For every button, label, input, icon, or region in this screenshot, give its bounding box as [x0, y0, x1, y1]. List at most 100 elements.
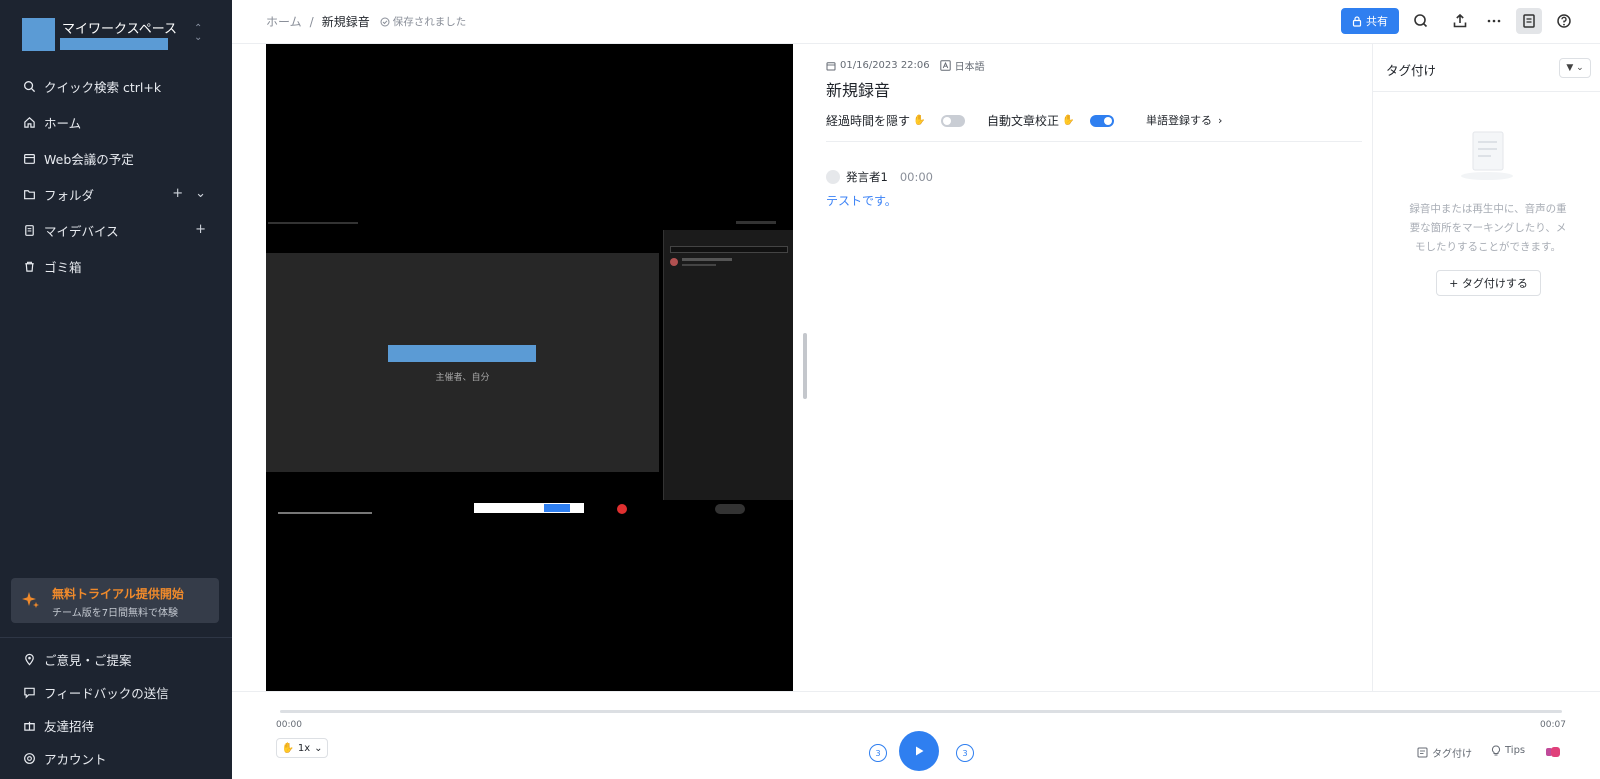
play-button[interactable]	[899, 731, 939, 771]
playback-bar: 00:00 00:07 ✋ 1x ⌄ 3 3 タグ付け Tips	[232, 691, 1600, 779]
share-button[interactable]: 共有	[1341, 8, 1399, 34]
sidebar-item-invite[interactable]: 友達招待	[0, 709, 232, 741]
gift-icon	[22, 718, 36, 732]
recording-meta: 01/16/2023 22:06 日本語	[826, 58, 985, 73]
skip-back-icon[interactable]: 3	[869, 744, 887, 762]
playback-speed-select[interactable]: ✋ 1x ⌄	[276, 738, 328, 758]
auto-correct-label: 自動文章校正	[987, 114, 1060, 128]
trial-subtitle: チーム版を7日間無料で体験	[52, 608, 179, 619]
speaker-avatar	[826, 170, 840, 184]
empty-notes-illustration	[1461, 131, 1513, 180]
sidebar-item-label: アカウント	[44, 751, 107, 767]
sidebar-item-label: ゴミ箱	[44, 259, 82, 275]
speaker-row: 発言者1 00:00	[826, 169, 933, 185]
pin-icon	[22, 652, 36, 666]
sidebar-item-my-device[interactable]: マイデバイス +	[0, 214, 232, 246]
video-progress	[278, 512, 372, 514]
home-icon	[22, 115, 36, 129]
sidebar: マイワークスペース ⌃ ⌄ クイック検索 ctrl+k ホーム Web会議の予定 …	[0, 0, 232, 779]
premium-hand-icon: ✋	[281, 742, 294, 754]
filter-icon[interactable]: ▼ ⌄	[1559, 58, 1591, 78]
transcript-divider	[826, 141, 1362, 142]
current-time: 00:00	[276, 720, 302, 730]
app-logo-icon[interactable]	[1545, 746, 1561, 758]
sidebar-item-label: フォルダ	[44, 187, 95, 203]
breadcrumb: ホーム / 新規録音 保存されました	[266, 13, 466, 30]
breadcrumb-current: 新規録音	[321, 15, 370, 29]
trial-title: 無料トライアル提供開始	[52, 587, 184, 601]
add-device-icon[interactable]: +	[195, 222, 206, 237]
add-folder-icon[interactable]: +	[172, 186, 183, 201]
chevron-down-icon: ⌄	[314, 742, 323, 754]
chevron-updown-icon[interactable]: ⌃ ⌄	[194, 24, 202, 43]
video-meeting-controls	[266, 502, 793, 516]
search-icon[interactable]	[1410, 10, 1432, 32]
tips-button[interactable]: Tips	[1491, 745, 1525, 756]
tag-empty-line: モしたりすることができます。	[1415, 241, 1561, 253]
lock-icon	[1352, 15, 1362, 27]
hide-elapsed-toggle[interactable]	[941, 114, 966, 127]
sidebar-item-home[interactable]: ホーム	[0, 106, 232, 138]
video-panel-search	[670, 246, 788, 253]
redacted-name-bar	[388, 345, 536, 362]
sidebar-item-label: ご意見・ご提案	[44, 652, 132, 668]
tag-panel-title: タグ付け	[1386, 63, 1437, 78]
help-icon[interactable]	[1553, 10, 1575, 32]
word-register-link[interactable]: 単語登録する ›	[1146, 112, 1222, 128]
panel-resize-handle[interactable]	[803, 333, 807, 399]
playback-speed-value: 1x	[297, 742, 311, 754]
calendar-icon	[22, 151, 36, 165]
sidebar-item-folder[interactable]: フォルダ + ⌄	[0, 178, 232, 210]
video-toolbar-strip	[268, 221, 776, 224]
speaker-name[interactable]: 発言者1	[846, 169, 888, 185]
breadcrumb-home[interactable]: ホーム	[266, 13, 302, 30]
sidebar-item-meetings[interactable]: Web会議の予定	[0, 142, 232, 174]
more-icon[interactable]	[1483, 10, 1505, 32]
seek-bar[interactable]	[280, 710, 1562, 713]
tag-panel: タグ付け ▼ ⌄ 録音中または再生中に、音声の重 要な箇所をマーキングしたり、メ…	[1372, 44, 1600, 691]
notes-panel-icon[interactable]	[1516, 8, 1542, 34]
video-participant-avatar	[670, 258, 678, 266]
workspace-switcher[interactable]: マイワークスペース ⌃ ⌄	[22, 18, 212, 54]
tag-empty-line: 要な箇所をマーキングしたり、メ	[1409, 222, 1567, 234]
tips-label: Tips	[1505, 745, 1526, 756]
chevron-down-icon[interactable]: ⌄	[195, 186, 206, 201]
premium-hand-icon: ✋	[913, 115, 926, 126]
export-icon[interactable]	[1449, 10, 1471, 32]
add-tag-button[interactable]: + タグ付けする	[1436, 270, 1541, 296]
calendar-icon	[826, 61, 836, 70]
recording-language[interactable]: 日本語	[955, 58, 985, 73]
share-label: 共有	[1366, 15, 1388, 28]
breadcrumb-separator: /	[309, 14, 314, 29]
sidebar-item-account[interactable]: アカウント	[0, 742, 232, 774]
video-player[interactable]: 主催者、自分	[266, 44, 793, 691]
video-pill	[715, 504, 745, 514]
trash-icon	[22, 259, 36, 273]
tag-note-icon	[1417, 747, 1428, 758]
skip-forward-icon[interactable]: 3	[956, 744, 974, 762]
chevron-right-icon: ›	[1218, 113, 1223, 127]
save-status-text: 保存されました	[392, 16, 467, 28]
word-register-label: 単語登録する	[1146, 114, 1212, 127]
free-trial-banner[interactable]: 無料トライアル提供開始 チーム版を7日間無料で体験	[11, 578, 219, 623]
sidebar-item-suggestions[interactable]: ご意見・ご提案	[0, 643, 232, 675]
tag-shortcut-label: タグ付け	[1432, 749, 1472, 760]
sidebar-item-label: Web会議の予定	[44, 151, 134, 167]
sidebar-item-quick-search[interactable]: クイック検索 ctrl+k	[0, 70, 232, 102]
speaker-timestamp[interactable]: 00:00	[900, 170, 933, 184]
search-icon	[22, 79, 36, 93]
sidebar-item-label: 友達招待	[44, 718, 95, 734]
sidebar-item-trash[interactable]: ゴミ箱	[0, 250, 232, 282]
sidebar-item-label: ホーム	[44, 115, 82, 131]
tag-shortcut-button[interactable]: タグ付け	[1417, 745, 1472, 760]
transcript-line[interactable]: テストです。	[826, 192, 897, 209]
sidebar-item-feedback[interactable]: フィードバックの送信	[0, 676, 232, 708]
auto-correct-toggle[interactable]	[1090, 114, 1115, 127]
recording-title[interactable]: 新規録音	[826, 77, 890, 101]
workspace-name: マイワークスペース	[62, 22, 178, 37]
hide-elapsed-label: 経過時間を隠す	[826, 114, 911, 128]
folder-icon	[22, 187, 36, 201]
video-end-button	[617, 504, 627, 514]
tag-panel-header: タグ付け ▼ ⌄	[1373, 44, 1600, 92]
auto-correct-option: 自動文章校正 ✋	[987, 112, 1115, 129]
